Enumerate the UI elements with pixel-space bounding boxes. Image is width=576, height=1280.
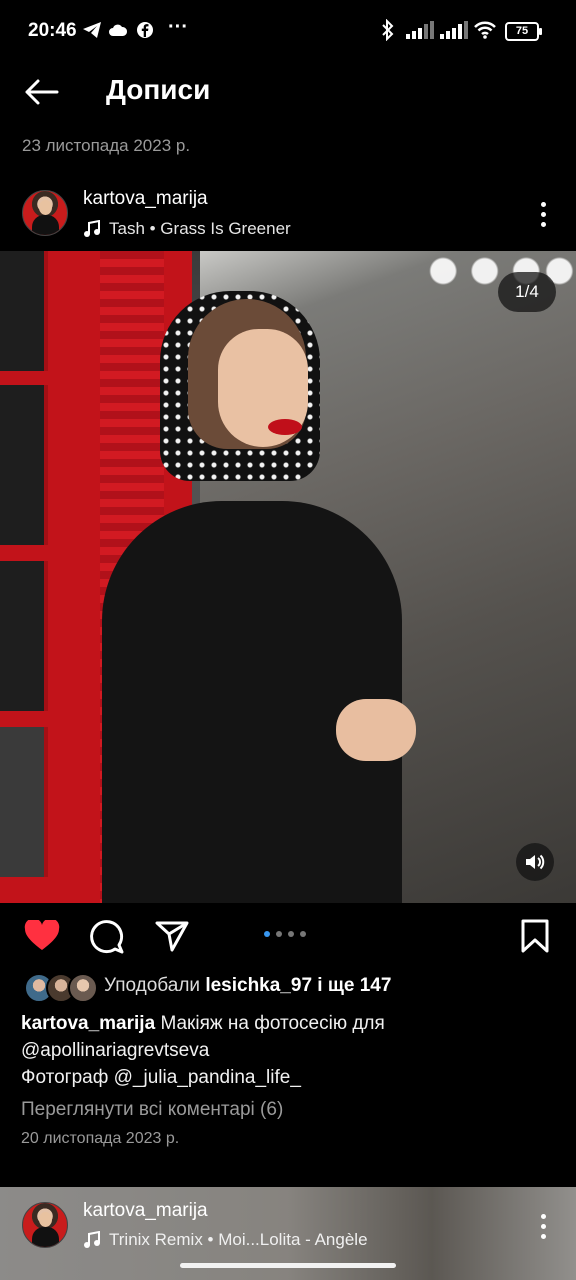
share-button[interactable] bbox=[152, 916, 192, 956]
speaker-icon bbox=[526, 854, 545, 870]
music-label: Tash • Grass Is Greener bbox=[109, 219, 291, 238]
post-caption: kartova_marija Макіяж на фотосесію для @… bbox=[21, 1010, 551, 1091]
send-icon bbox=[155, 921, 189, 952]
music-note-icon bbox=[84, 220, 100, 237]
caption-text: Макіяж на фотосесію для bbox=[160, 1013, 385, 1034]
bluetooth-icon bbox=[380, 18, 396, 42]
post-date: 20 листопада 2023 р. bbox=[21, 1130, 180, 1147]
like-button[interactable] bbox=[22, 916, 62, 956]
signal-icon bbox=[406, 18, 434, 42]
music-note-icon bbox=[84, 1231, 100, 1248]
caption-credit: Фотограф @_julia_pandina_life_ bbox=[21, 1067, 301, 1088]
bookmark-icon bbox=[521, 919, 549, 953]
post-music-link[interactable]: Trinix Remix • Moi...Lolita - Angèle bbox=[83, 1230, 368, 1250]
view-comments-link[interactable]: Переглянути всі коментарі (6) bbox=[21, 1099, 283, 1121]
likes-summary[interactable]: Уподобали lesichka_97 і ще 147 bbox=[104, 975, 391, 997]
heart-icon bbox=[24, 920, 60, 950]
likes-prefix: Уподобали bbox=[104, 975, 201, 996]
caption-username[interactable]: kartova_marija bbox=[21, 1013, 155, 1034]
more-options-button[interactable] bbox=[526, 196, 560, 232]
page-title: Дописи bbox=[106, 74, 211, 105]
more-options-button[interactable] bbox=[526, 1208, 560, 1244]
music-label: Trinix Remix • Moi...Lolita - Angèle bbox=[109, 1230, 368, 1249]
sound-toggle-button[interactable] bbox=[516, 843, 554, 881]
caption-mention[interactable]: @apollinariagrevtseva bbox=[21, 1040, 209, 1061]
section-date: 23 листопада 2023 р. bbox=[22, 136, 191, 155]
comment-button[interactable] bbox=[86, 916, 126, 956]
battery-icon: 75 bbox=[505, 22, 542, 41]
carousel-dot bbox=[264, 931, 270, 937]
carousel-indicator bbox=[264, 931, 306, 937]
liked-by-avatars[interactable] bbox=[24, 973, 98, 1003]
telegram-icon bbox=[82, 18, 102, 42]
back-button[interactable] bbox=[18, 72, 64, 112]
post-photo[interactable] bbox=[0, 251, 576, 903]
carousel-dot bbox=[288, 931, 294, 937]
signal-icon-2 bbox=[440, 18, 468, 42]
carousel-dot bbox=[276, 931, 282, 937]
likes-user-link[interactable]: lesichka_97 bbox=[205, 975, 312, 996]
cloud-icon bbox=[108, 18, 128, 42]
avatar bbox=[68, 973, 98, 1003]
post-username[interactable]: kartova_marija bbox=[83, 188, 208, 210]
avatar[interactable] bbox=[22, 190, 68, 236]
carousel-dot bbox=[300, 931, 306, 937]
likes-others-link[interactable]: і ще 147 bbox=[317, 975, 391, 996]
avatar[interactable] bbox=[22, 1202, 68, 1248]
wifi-icon bbox=[473, 18, 497, 42]
home-indicator[interactable] bbox=[180, 1263, 396, 1268]
photo-counter: 1/4 bbox=[498, 272, 556, 312]
comment-icon bbox=[90, 920, 124, 954]
save-button[interactable] bbox=[515, 916, 555, 956]
arrow-left-icon bbox=[25, 79, 59, 105]
post-music-link[interactable]: Tash • Grass Is Greener bbox=[83, 219, 291, 239]
status-time: 20:46 bbox=[28, 20, 77, 41]
facebook-icon bbox=[136, 18, 154, 42]
more-notifications-icon: ··· bbox=[168, 16, 188, 38]
post-username[interactable]: kartova_marija bbox=[83, 1200, 208, 1222]
